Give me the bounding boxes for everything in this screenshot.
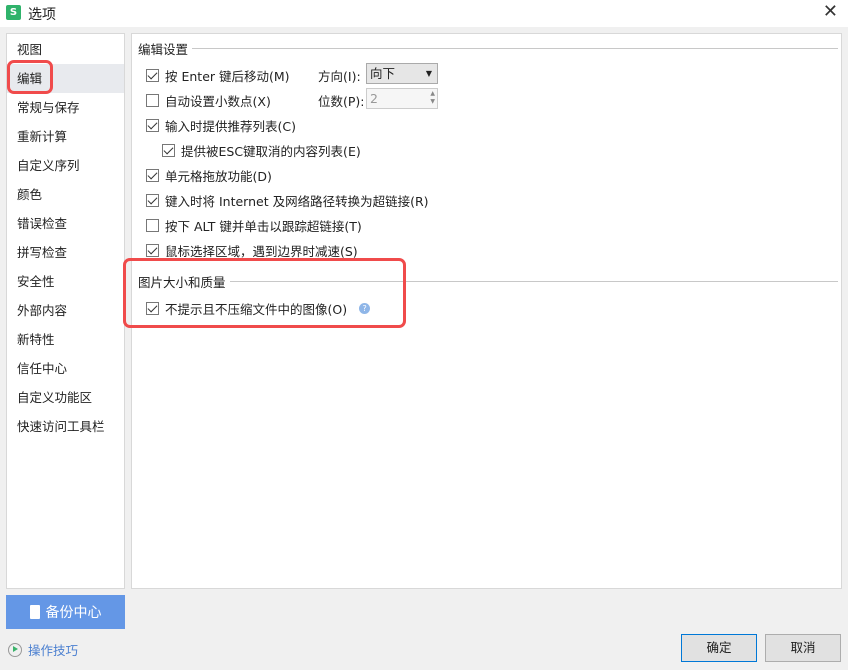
backup-label: 备份中心 xyxy=(45,605,102,621)
sidebar-item-general-save[interactable]: 常规与保存 xyxy=(7,93,124,122)
checkbox[interactable] xyxy=(146,169,159,182)
group-title: 编辑设置 xyxy=(138,42,189,57)
digits-label: 位数(P): xyxy=(318,94,365,109)
option-alt-click[interactable]: 按下 ALT 键并单击以跟踪超链接(T) xyxy=(146,216,362,235)
sidebar-item-spell-check[interactable]: 拼写检查 xyxy=(7,238,124,267)
direction-label: 方向(I): xyxy=(318,69,361,84)
checkbox[interactable] xyxy=(162,144,175,157)
option-esc-list[interactable]: 提供被ESC键取消的内容列表(E) xyxy=(162,141,361,160)
tips-link[interactable]: 操作技巧 xyxy=(8,640,78,659)
backup-center-button[interactable]: 备份中心 xyxy=(6,595,125,629)
direction-value: 向下 xyxy=(370,66,396,81)
sidebar-item-external[interactable]: 外部内容 xyxy=(7,296,124,325)
highlight-box-image xyxy=(123,258,406,328)
sidebar-item-trust-center[interactable]: 信任中心 xyxy=(7,354,124,383)
direction-select[interactable]: 向下 ▼ xyxy=(366,63,438,84)
option-autocomplete[interactable]: 输入时提供推荐列表(C) xyxy=(146,116,296,135)
option-drag-drop[interactable]: 单元格拖放功能(D) xyxy=(146,166,272,185)
ok-button[interactable]: 确定 xyxy=(681,634,757,662)
option-label: 按下 ALT 键并单击以跟踪超链接(T) xyxy=(165,219,362,234)
title-bar: S 选项 ✕ xyxy=(0,0,848,27)
checkbox[interactable] xyxy=(146,244,159,257)
digits-stepper[interactable]: 2 ▲ ▼ xyxy=(366,88,438,109)
option-auto-decimal[interactable]: 自动设置小数点(X) xyxy=(146,91,271,110)
checkbox[interactable] xyxy=(146,219,159,232)
sidebar-item-quick-access[interactable]: 快速访问工具栏 xyxy=(7,412,124,441)
sidebar-item-recalc[interactable]: 重新计算 xyxy=(7,122,124,151)
checkbox[interactable] xyxy=(146,69,159,82)
dropdown-arrow-icon: ▼ xyxy=(425,69,432,78)
sidebar-item-custom-lists[interactable]: 自定义序列 xyxy=(7,151,124,180)
option-label: 按 Enter 键后移动(M) xyxy=(165,69,290,84)
window-title: 选项 xyxy=(28,7,56,23)
option-enter-move[interactable]: 按 Enter 键后移动(M) xyxy=(146,66,290,85)
option-hyperlink[interactable]: 键入时将 Internet 及网络路径转换为超链接(R) xyxy=(146,191,429,210)
close-button[interactable]: ✕ xyxy=(823,1,838,22)
sidebar-item-color[interactable]: 颜色 xyxy=(7,180,124,209)
sidebar-item-custom-ribbon[interactable]: 自定义功能区 xyxy=(7,383,124,412)
option-label: 提供被ESC键取消的内容列表(E) xyxy=(181,144,361,159)
digits-value: 2 xyxy=(370,91,378,106)
play-icon xyxy=(8,642,22,657)
checkbox[interactable] xyxy=(146,194,159,207)
cancel-button[interactable]: 取消 xyxy=(765,634,841,662)
edit-settings-title: 编辑设置 xyxy=(138,39,838,58)
option-label: 键入时将 Internet 及网络路径转换为超链接(R) xyxy=(165,194,429,209)
highlight-box-edit xyxy=(7,60,53,94)
app-logo-icon: S xyxy=(6,5,21,20)
spinner-arrows-icon[interactable]: ▲ ▼ xyxy=(430,90,435,106)
sidebar-item-security[interactable]: 安全性 xyxy=(7,267,124,296)
option-label: 自动设置小数点(X) xyxy=(165,94,271,109)
tips-label: 操作技巧 xyxy=(28,643,79,658)
checkbox[interactable] xyxy=(146,94,159,107)
backup-icon xyxy=(29,605,40,619)
sidebar-item-error-check[interactable]: 错误检查 xyxy=(7,209,124,238)
sidebar: 视图 编辑 常规与保存 重新计算 自定义序列 颜色 错误检查 拼写检查 安全性 … xyxy=(6,33,125,589)
sidebar-item-new-features[interactable]: 新特性 xyxy=(7,325,124,354)
option-label: 单元格拖放功能(D) xyxy=(165,169,272,184)
checkbox[interactable] xyxy=(146,119,159,132)
option-label: 输入时提供推荐列表(C) xyxy=(165,119,296,134)
